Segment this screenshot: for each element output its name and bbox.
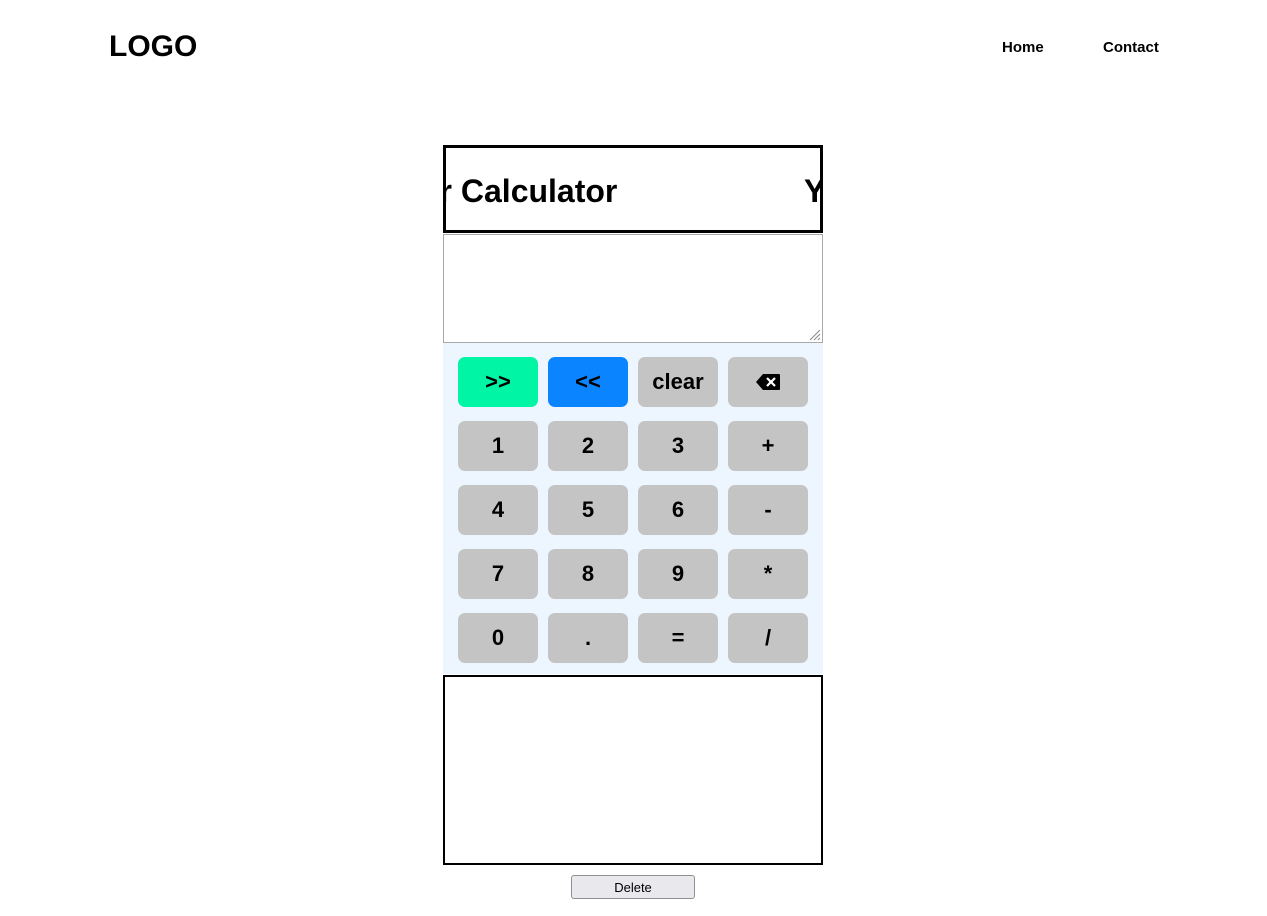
resize-handle-icon[interactable] (809, 329, 821, 341)
back-button[interactable]: << (548, 357, 628, 407)
key-multiply[interactable]: * (728, 549, 808, 599)
title-marquee: ur Calculator Y (443, 145, 823, 233)
key-4[interactable]: 4 (458, 485, 538, 535)
clear-button[interactable]: clear (638, 357, 718, 407)
key-equals[interactable]: = (638, 613, 718, 663)
marquee-text-wrap: Y (804, 172, 820, 210)
key-1[interactable]: 1 (458, 421, 538, 471)
key-8[interactable]: 8 (548, 549, 628, 599)
keypad: >> << clear 1 2 3 + 4 5 6 - 7 8 9 * 0 . … (443, 343, 823, 674)
calculator-display[interactable] (443, 234, 823, 343)
forward-button[interactable]: >> (458, 357, 538, 407)
key-plus[interactable]: + (728, 421, 808, 471)
key-divide[interactable]: / (728, 613, 808, 663)
key-decimal[interactable]: . (548, 613, 628, 663)
key-6[interactable]: 6 (638, 485, 718, 535)
marquee-text: ur Calculator (446, 173, 618, 209)
key-minus[interactable]: - (728, 485, 808, 535)
key-5[interactable]: 5 (548, 485, 628, 535)
key-9[interactable]: 9 (638, 549, 718, 599)
nav-home-link[interactable]: Home (1002, 39, 1044, 57)
backspace-icon (756, 374, 780, 390)
key-2[interactable]: 2 (548, 421, 628, 471)
key-0[interactable]: 0 (458, 613, 538, 663)
history-panel (443, 675, 823, 865)
backspace-button[interactable] (728, 357, 808, 407)
key-7[interactable]: 7 (458, 549, 538, 599)
key-3[interactable]: 3 (638, 421, 718, 471)
nav-contact-link[interactable]: Contact (1103, 39, 1159, 57)
delete-button[interactable]: Delete (571, 875, 695, 899)
logo: LOGO (109, 30, 198, 63)
